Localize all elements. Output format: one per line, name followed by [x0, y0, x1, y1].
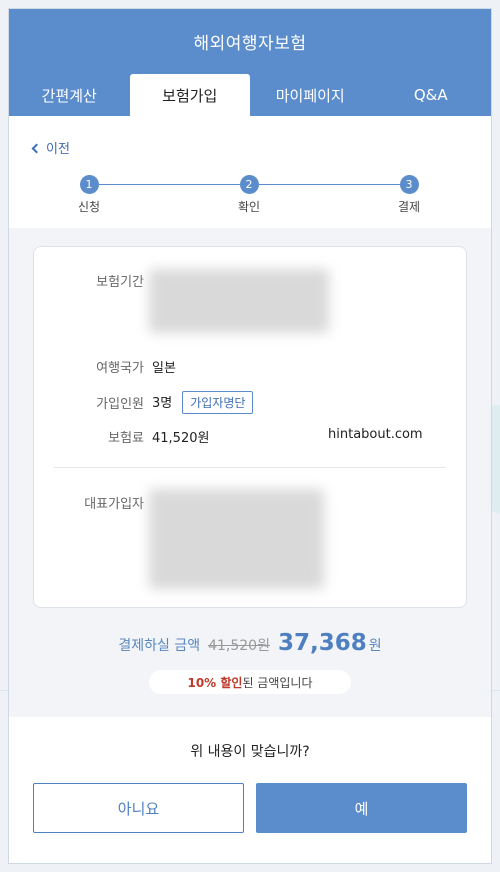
page-title: 해외여행자보험 [193, 34, 307, 54]
step-label: 확인 [237, 200, 261, 214]
confirm-buttons: 아니요 예 [9, 783, 491, 833]
back-label: 이전 [46, 142, 70, 157]
payment-label: 결제하실 금액 [118, 638, 201, 654]
back-button[interactable]: 이전 [31, 138, 70, 157]
step-number: 3 [399, 175, 419, 194]
step-number: 2 [239, 175, 259, 194]
members-value-group: 3명 가입자명단 [152, 391, 254, 414]
progress-area: 이전 1 신청 2 확인 3 결제 [9, 116, 491, 228]
tab-my-page[interactable]: 마이페이지 [250, 74, 371, 116]
step-payment: 3 결제 [379, 175, 439, 215]
confirm-question: 위 내용이 맞습니까? [190, 744, 310, 760]
discount-badge: 10% 할인 된 금액입니다 [149, 670, 351, 694]
tab-quick-calc[interactable]: 간편계산 [9, 74, 130, 116]
premium-value: 41,520원 [152, 431, 210, 446]
confirm-section: 위 내용이 맞습니까? 아니요 예 [9, 717, 491, 863]
country-label: 여행국가 [96, 361, 144, 376]
country-value: 일본 [152, 361, 176, 376]
representative-label: 대표가입자 [84, 497, 144, 512]
step-label: 결제 [397, 200, 421, 214]
main-content: 보험기간 여행국가 일본 가입인원 3명 가입자명단 보험료 41,520원 hi… [9, 228, 491, 717]
step-label: 신청 [77, 200, 101, 214]
step-apply: 1 신청 [59, 175, 119, 215]
discount-highlight: 10% 할인 [187, 675, 243, 690]
members-label: 가입인원 [96, 397, 144, 412]
app-window: 해외여행자보험 간편계산 보험가입 마이페이지 Q&A 이전 1 신청 2 확인… [8, 8, 492, 864]
discount-text: 된 금액입니다 [242, 675, 313, 690]
step-indicator: 1 신청 2 확인 3 결제 [33, 175, 467, 219]
page-header: 해외여행자보험 [9, 9, 491, 74]
original-price: 41,520원 [208, 638, 270, 654]
watermark-text: hintabout.com [328, 427, 423, 442]
members-value: 3명 [152, 396, 173, 411]
no-button[interactable]: 아니요 [33, 783, 244, 833]
period-value-redacted [149, 269, 329, 333]
price-unit: 원 [368, 638, 382, 654]
members-list-button[interactable]: 가입자명단 [182, 391, 254, 414]
summary-card: 보험기간 여행국가 일본 가입인원 3명 가입자명단 보험료 41,520원 hi… [33, 246, 467, 608]
tab-qna[interactable]: Q&A [371, 74, 492, 116]
card-divider [54, 467, 446, 468]
premium-label: 보험료 [108, 431, 144, 446]
yes-button[interactable]: 예 [256, 783, 467, 833]
tab-insurance-signup[interactable]: 보험가입 [129, 74, 250, 116]
step-confirm: 2 확인 [219, 175, 279, 215]
representative-value-redacted [149, 489, 324, 589]
discounted-price: 37,368 [277, 630, 367, 656]
step-number: 1 [79, 175, 99, 194]
chevron-left-icon [31, 143, 42, 153]
payment-amount: 결제하실 금액 41,520원 37,368 원 [33, 630, 467, 656]
period-label: 보험기간 [96, 275, 144, 290]
tab-bar: 간편계산 보험가입 마이페이지 Q&A [9, 74, 491, 116]
